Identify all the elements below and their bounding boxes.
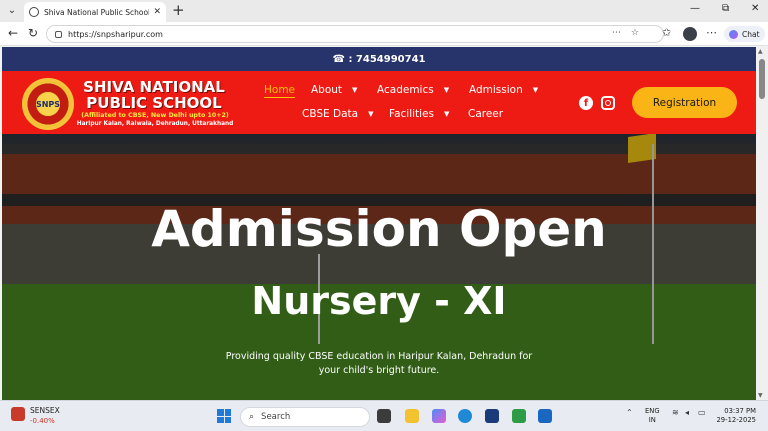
sensex-change[interactable]: -0.40% — [30, 417, 55, 425]
globe-icon — [29, 7, 39, 17]
sensex-label[interactable]: SENSEX — [30, 406, 60, 415]
nav-home[interactable]: Home — [264, 84, 296, 98]
refresh-icon[interactable]: ↻ — [28, 26, 38, 40]
hero-description: Providing quality CBSE education in Hari… — [225, 351, 533, 376]
nav-admission[interactable]: Admission ▼ — [469, 84, 538, 96]
facebook-icon[interactable]: f — [579, 96, 593, 110]
scrollbar-thumb[interactable] — [759, 59, 765, 99]
registration-button[interactable]: Registration — [632, 87, 737, 118]
copilot-icon — [729, 29, 738, 39]
chevron-down-icon: ▼ — [444, 110, 450, 118]
app-grid-icon[interactable] — [512, 409, 526, 423]
new-tab-plus-icon[interactable]: + — [172, 1, 185, 19]
address-bar-actions-icon[interactable]: ⋯☆ — [612, 28, 649, 38]
nav-about-label: About — [311, 84, 343, 96]
website-viewport: ☎ : 7454990741 SNPS SHIVA NATIONAL PUBLI… — [2, 47, 756, 400]
chat-label: Chat — [742, 29, 760, 39]
chat-button[interactable]: Chat — [724, 26, 765, 42]
close-window-icon[interactable]: ✕ — [751, 3, 759, 14]
url-text[interactable]: https://snpsharipur.com — [68, 30, 163, 39]
address-text: Haripur Kalan, Raiwala, Dehradun, Uttara… — [76, 121, 234, 127]
tab-actions-chevron-icon[interactable]: ⌄ — [4, 3, 20, 19]
windows-taskbar: SENSEX -0.40% ⌕ Search ⌃ ENG IN ≋ ◂ ▭ 03… — [0, 400, 768, 431]
clock-date: 29-12-2025 — [716, 416, 756, 424]
nav-about[interactable]: About ▼ — [311, 84, 357, 96]
nav-academics[interactable]: Academics ▼ — [377, 84, 449, 96]
language-indicator[interactable]: ENG IN — [645, 407, 660, 425]
nav-academics-label: Academics — [377, 84, 434, 96]
battery-icon[interactable]: ▭ — [698, 408, 706, 417]
nav-facilities[interactable]: Facilities ▼ — [389, 108, 449, 120]
profile-avatar[interactable] — [683, 27, 697, 41]
back-arrow-icon[interactable]: ← — [8, 26, 18, 40]
lang-line1: ENG — [645, 407, 660, 415]
search-placeholder: Search — [261, 412, 291, 422]
nav-admission-label: Admission — [469, 84, 523, 96]
phone-number[interactable]: ☎ : 7454990741 — [333, 54, 426, 65]
tab-strip: ⌄ Shiva National Public School - Exc ✕ +… — [0, 0, 768, 22]
nav-career-label: Career — [468, 108, 504, 120]
logo-text: SNPS — [35, 99, 61, 109]
more-options-icon[interactable]: ⋯ — [706, 26, 717, 39]
vertical-scrollbar[interactable]: ▲ ▼ — [756, 47, 768, 400]
site-header: SNPS SHIVA NATIONAL PUBLIC SCHOOL (Affil… — [2, 71, 756, 134]
stocks-icon[interactable] — [11, 407, 25, 421]
hero-heading: Admission Open — [151, 200, 607, 258]
volume-icon[interactable]: ◂ — [685, 408, 689, 417]
lang-line2: IN — [648, 416, 656, 424]
taskbar-search[interactable]: ⌕ Search — [240, 407, 370, 427]
browser-tab[interactable]: Shiva National Public School - Exc ✕ — [24, 2, 166, 22]
nav-home-label: Home — [264, 84, 296, 96]
edge-icon[interactable] — [458, 409, 472, 423]
store-icon[interactable] — [485, 409, 499, 423]
scroll-up-icon[interactable]: ▲ — [758, 48, 763, 55]
file-explorer-icon[interactable] — [405, 409, 419, 423]
school-logo[interactable]: SNPS — [22, 78, 74, 130]
instagram-icon[interactable] — [601, 96, 615, 110]
lock-icon[interactable] — [55, 30, 62, 38]
search-icon: ⌕ — [249, 412, 255, 422]
chevron-down-icon: ▼ — [443, 86, 450, 94]
tab-title: Shiva National Public School - Exc — [44, 7, 150, 17]
task-view-icon[interactable] — [377, 409, 391, 423]
chevron-down-icon: ▼ — [368, 110, 374, 118]
system-clock[interactable]: 03:37 PM 29-12-2025 — [716, 407, 756, 425]
contact-topbar: ☎ : 7454990741 — [2, 47, 756, 71]
chevron-down-icon: ▼ — [532, 86, 539, 94]
affiliation-text: (Affiliated to CBSE, New Delhi upto 10+2… — [81, 112, 229, 119]
chevron-down-icon: ▼ — [352, 86, 358, 94]
minimize-icon[interactable]: — — [690, 3, 700, 14]
nav-cbse-data-label: CBSE Data — [302, 108, 359, 120]
clock-time: 03:37 PM — [724, 407, 756, 415]
school-name-line2: PUBLIC SCHOOL — [86, 94, 222, 112]
tab-close-icon[interactable]: ✕ — [153, 7, 161, 17]
restore-icon[interactable]: ⧉ — [722, 3, 729, 14]
nav-cbse-data[interactable]: CBSE Data ▼ — [302, 108, 373, 120]
wifi-icon[interactable]: ≋ — [672, 408, 679, 417]
windows-start-icon[interactable] — [217, 409, 231, 423]
address-bar[interactable]: https://snpsharipur.com ⋯☆ — [46, 25, 664, 43]
copilot-app-icon[interactable] — [432, 409, 446, 423]
nav-career[interactable]: Career — [468, 108, 503, 120]
hero-subheading: Nursery - XI — [251, 279, 507, 323]
scroll-down-icon[interactable]: ▼ — [758, 392, 763, 399]
address-toolbar: ← ↻ https://snpsharipur.com ⋯☆ — [0, 22, 768, 46]
tray-chevron-icon[interactable]: ⌃ — [626, 408, 633, 417]
outlook-icon[interactable] — [538, 409, 552, 423]
nav-facilities-label: Facilities — [389, 108, 434, 120]
school-name[interactable]: SHIVA NATIONAL PUBLIC SCHOOL — [74, 79, 234, 111]
hero-banner: Admission Open Nursery - XI Providing qu… — [2, 134, 756, 400]
favorites-icon[interactable]: ✩ — [662, 26, 671, 39]
school-name-line1: SHIVA NATIONAL — [83, 78, 225, 96]
